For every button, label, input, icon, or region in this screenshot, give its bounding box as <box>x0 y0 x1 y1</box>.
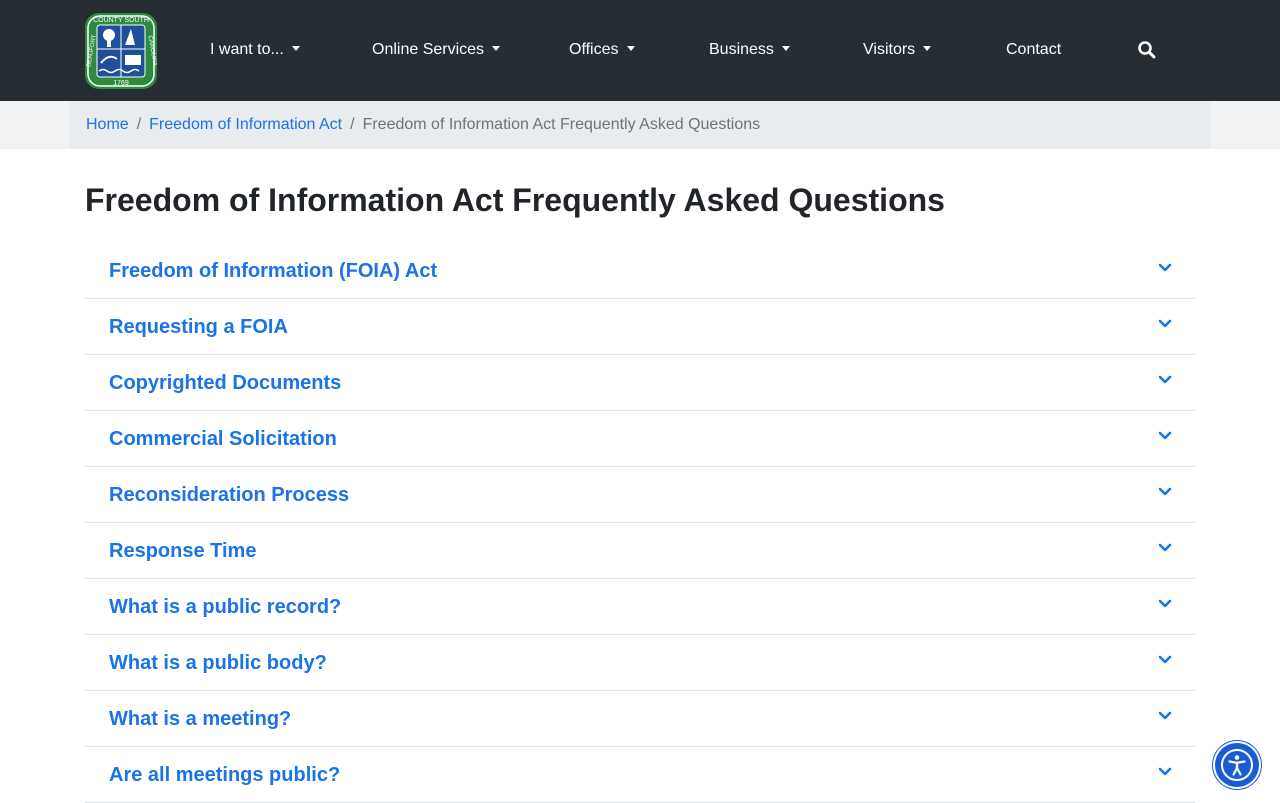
accordion-item-label: Reconsideration Process <box>109 484 350 506</box>
chevron-down-icon <box>1158 767 1172 776</box>
accordion-item-label: What is a meeting? <box>109 708 292 730</box>
chevron-down-icon <box>1158 599 1172 608</box>
breadcrumb-home-link[interactable]: Home <box>86 116 129 133</box>
faq-accordion: Freedom of Information (FOIA) Act Reques… <box>85 243 1195 803</box>
breadcrumb: Home / Freedom of Information Act / Freedom … <box>86 113 760 137</box>
accordion-item-public-record[interactable]: What is a public record? <box>85 579 1195 635</box>
site-header: COUNTY SOUTH BEAUFORT CAROLINA 1769 I wa… <box>0 0 1280 101</box>
accessibility-icon <box>1221 749 1253 781</box>
accordion-item-label: Response Time <box>109 540 257 562</box>
logo-top-text: COUNTY SOUTH <box>93 17 149 24</box>
accordion-item-label: Commercial Solicitation <box>109 428 337 450</box>
accordion-item-label: What is a public body? <box>109 652 327 674</box>
accordion-item-foia-act[interactable]: Freedom of Information (FOIA) Act <box>85 243 1195 299</box>
caret-down-icon <box>492 46 501 51</box>
nav-offices[interactable]: Offices <box>569 38 635 62</box>
county-seal-logo[interactable]: COUNTY SOUTH BEAUFORT CAROLINA 1769 <box>85 13 157 89</box>
accordion-item-label: Are all meetings public? <box>109 764 341 786</box>
breadcrumb-current: Freedom of Information Act Frequently As… <box>362 116 761 133</box>
nav-visitors[interactable]: Visitors <box>863 38 932 62</box>
nav-label: Visitors <box>863 41 916 58</box>
chevron-down-icon <box>1158 375 1172 384</box>
nav-online-services[interactable]: Online Services <box>372 38 501 62</box>
breadcrumb-separator: / <box>136 116 142 133</box>
accordion-item-label: What is a public record? <box>109 596 342 618</box>
accordion-item-label: Freedom of Information (FOIA) Act <box>109 260 438 282</box>
chevron-down-icon <box>1158 543 1172 552</box>
nav-i-want-to[interactable]: I want to... <box>210 38 300 62</box>
accordion-item-copyrighted-documents[interactable]: Copyrighted Documents <box>85 355 1195 411</box>
caret-down-icon <box>781 46 790 51</box>
nav-label: Online Services <box>372 41 485 58</box>
accordion-item-reconsideration-process[interactable]: Reconsideration Process <box>85 467 1195 523</box>
accordion-item-requesting-foia[interactable]: Requesting a FOIA <box>85 299 1195 355</box>
accordion-item-response-time[interactable]: Response Time <box>85 523 1195 579</box>
chevron-down-icon <box>1158 487 1172 496</box>
accordion-item-public-body[interactable]: What is a public body? <box>85 635 1195 691</box>
chevron-down-icon <box>1158 431 1172 440</box>
chevron-down-icon <box>1158 319 1172 328</box>
nav-label: Business <box>709 41 774 58</box>
chevron-down-icon <box>1158 711 1172 720</box>
accessibility-button[interactable] <box>1215 743 1259 787</box>
accordion-item-label: Requesting a FOIA <box>109 316 288 338</box>
caret-down-icon <box>626 46 635 51</box>
accordion-item-meetings-public[interactable]: Are all meetings public? <box>85 747 1195 803</box>
page-title: Freedom of Information Act Frequently As… <box>85 182 945 218</box>
accordion-item-meeting[interactable]: What is a meeting? <box>85 691 1195 747</box>
accordion-item-label: Copyrighted Documents <box>109 372 342 394</box>
nav-business[interactable]: Business <box>709 38 790 62</box>
breadcrumb-separator: / <box>350 116 355 133</box>
breadcrumb-foia-link[interactable]: Freedom of Information Act <box>149 116 342 133</box>
nav-label: Offices <box>569 41 619 58</box>
accordion-item-commercial-solicitation[interactable]: Commercial Solicitation <box>85 411 1195 467</box>
nav-contact[interactable]: Contact <box>1006 38 1061 62</box>
chevron-down-icon <box>1158 263 1172 272</box>
search-icon[interactable] <box>1137 40 1157 60</box>
logo-year: 1769 <box>113 80 129 87</box>
caret-down-icon <box>291 46 300 51</box>
chevron-down-icon <box>1158 655 1172 664</box>
caret-down-icon <box>923 46 932 51</box>
nav-label: I want to... <box>210 41 284 58</box>
nav-label: Contact <box>1006 41 1062 58</box>
